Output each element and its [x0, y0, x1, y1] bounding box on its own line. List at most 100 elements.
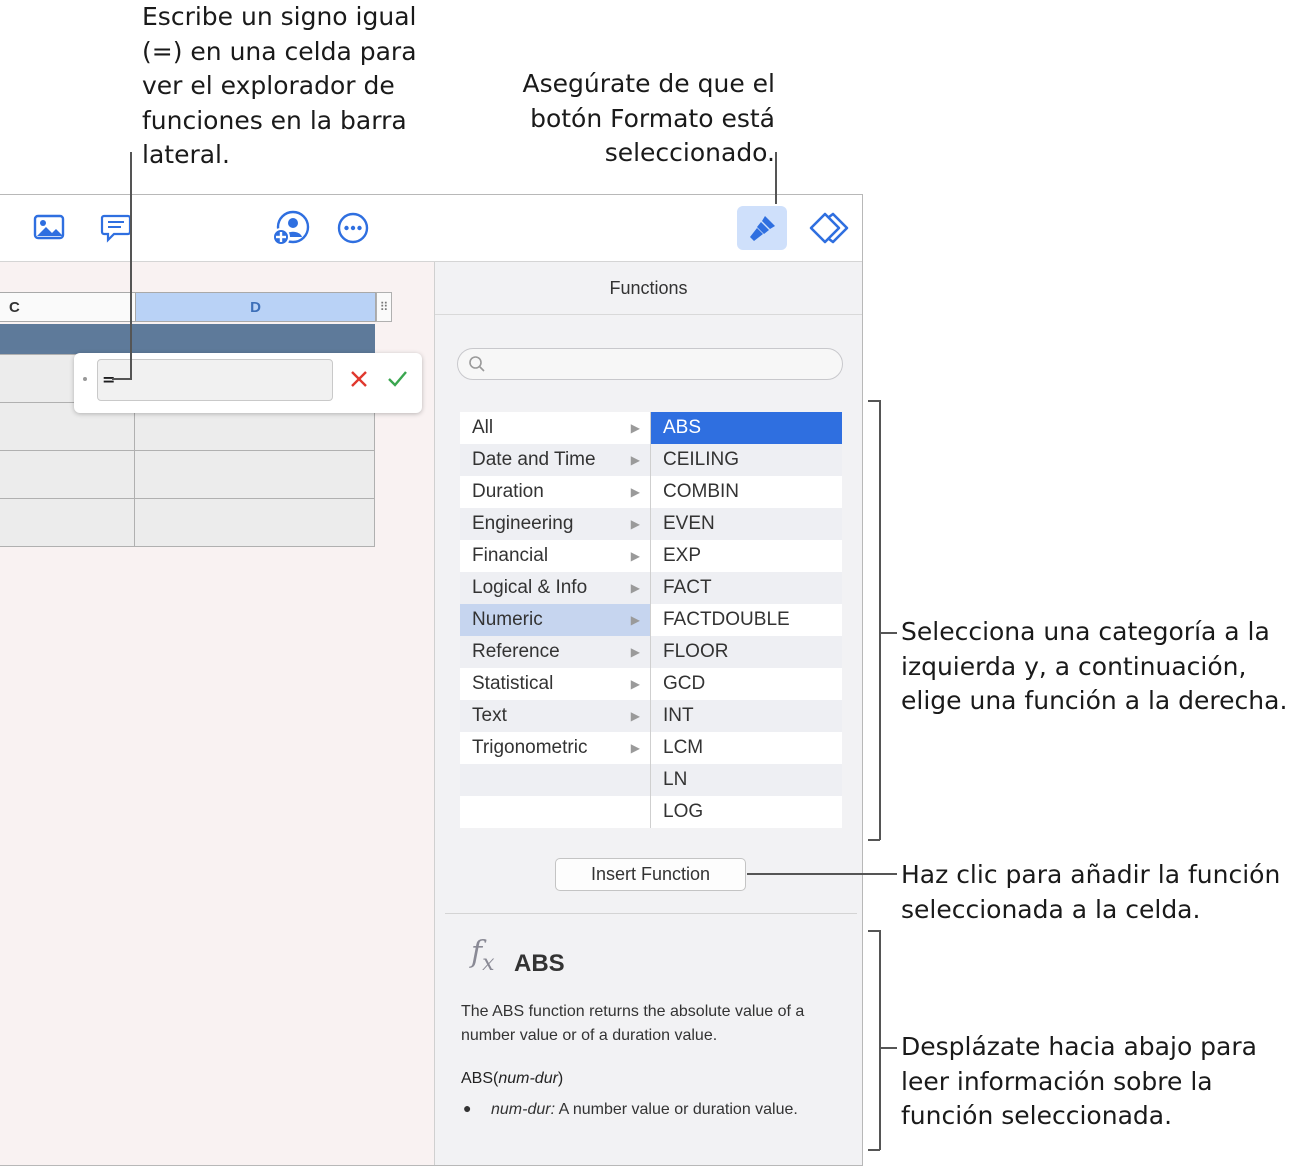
- category-label: Text: [472, 705, 507, 726]
- function-item[interactable]: LCM: [651, 732, 842, 764]
- function-item[interactable]: FLOOR: [651, 636, 842, 668]
- function-item[interactable]: FACT: [651, 572, 842, 604]
- bracket-info-pointer: [879, 1047, 897, 1049]
- function-name: ABS: [514, 950, 565, 977]
- function-item[interactable]: LOG: [651, 796, 842, 828]
- syntax-arg: num-dur: [498, 1070, 558, 1087]
- table-cell[interactable]: [134, 498, 375, 547]
- fx-icon: fx: [471, 935, 495, 976]
- bracket-info-vertical: [879, 930, 881, 1150]
- function-item[interactable]: ABS: [651, 412, 842, 444]
- insert-function-button[interactable]: Insert Function: [555, 858, 746, 891]
- category-label: Statistical: [472, 673, 554, 694]
- function-item[interactable]: COMBIN: [651, 476, 842, 508]
- sidebar-title: Functions: [435, 262, 862, 315]
- category-item[interactable]: Logical & Info ▶: [460, 572, 650, 604]
- divider: [445, 913, 857, 914]
- format-icon: [748, 213, 778, 248]
- table-cell[interactable]: [0, 498, 135, 547]
- function-item[interactable]: CEILING: [651, 444, 842, 476]
- category-item[interactable]: Engineering ▶: [460, 508, 650, 540]
- disclosure-arrow-icon: ▶: [630, 677, 640, 691]
- table-cell[interactable]: [0, 450, 135, 499]
- function-list: ABS CEILING COMBIN EVEN EXP FACT FACTDOUBLE FLO…: [651, 412, 842, 828]
- disclosure-arrow-icon: ▶: [630, 741, 640, 755]
- bullet-icon: ●: [463, 1100, 472, 1116]
- category-label: Trigonometric: [472, 737, 588, 758]
- disclosure-arrow-icon: ▶: [630, 549, 640, 563]
- header-row: [0, 324, 375, 354]
- disclosure-arrow-icon: ▶: [630, 581, 640, 595]
- comment-icon[interactable]: [100, 213, 132, 243]
- empty-row: [460, 764, 650, 796]
- category-label: Duration: [472, 481, 544, 502]
- function-item[interactable]: LN: [651, 764, 842, 796]
- disclosure-arrow-icon: ▶: [630, 613, 640, 627]
- format-button[interactable]: [737, 206, 787, 250]
- drag-dot[interactable]: [83, 377, 87, 381]
- bracket-list-bottom: [868, 839, 880, 841]
- syntax-name: ABS: [461, 1070, 494, 1087]
- cancel-icon[interactable]: [349, 369, 369, 394]
- category-item[interactable]: Text ▶: [460, 700, 650, 732]
- disclosure-arrow-icon: ▶: [630, 453, 640, 467]
- category-label: Numeric: [472, 609, 543, 630]
- more-icon[interactable]: [337, 212, 369, 244]
- category-item[interactable]: Duration ▶: [460, 476, 650, 508]
- bracket-list-pointer: [879, 632, 897, 634]
- callout-select-category: Selecciona una categoría a la izquierda …: [901, 617, 1288, 715]
- function-item[interactable]: FACTDOUBLE: [651, 604, 842, 636]
- callout-formula: Escribe un signo igual (=) en una celda …: [142, 2, 417, 169]
- category-item[interactable]: Date and Time ▶: [460, 444, 650, 476]
- callout-insert-function: Haz clic para añadir la función seleccio…: [901, 860, 1281, 924]
- category-label: Engineering: [472, 513, 574, 534]
- leader-line-insert: [747, 873, 897, 875]
- category-item[interactable]: Reference ▶: [460, 636, 650, 668]
- collaborate-icon[interactable]: [272, 210, 312, 246]
- category-item[interactable]: Numeric ▶: [460, 604, 650, 636]
- argument-description: num-dur: A number value or duration valu…: [491, 1098, 831, 1122]
- function-item[interactable]: EXP: [651, 540, 842, 572]
- leader-line-formula-horizontal: [112, 378, 132, 380]
- category-label: Reference: [472, 641, 560, 662]
- accept-icon[interactable]: [386, 369, 408, 394]
- function-item[interactable]: EVEN: [651, 508, 842, 540]
- bracket-list-vertical: [879, 400, 881, 840]
- category-item[interactable]: Statistical ▶: [460, 668, 650, 700]
- category-list: All ▶ Date and Time ▶ Duration ▶ Engineering ▶ F…: [460, 412, 650, 828]
- media-icon[interactable]: [33, 214, 65, 240]
- search-icon: [468, 355, 486, 378]
- callout-format-button: Asegúrate de que el botón Formato está s…: [522, 69, 775, 167]
- category-label: Financial: [472, 545, 549, 566]
- argument-text: A number value or duration value.: [555, 1101, 798, 1118]
- category-item[interactable]: Financial ▶: [460, 540, 650, 572]
- function-item[interactable]: GCD: [651, 668, 842, 700]
- function-search-field[interactable]: [457, 348, 843, 380]
- column-resize-handle[interactable]: ⠿: [376, 292, 392, 322]
- function-item[interactable]: INT: [651, 700, 842, 732]
- bracket-list-top: [868, 400, 880, 402]
- column-header-d[interactable]: D: [135, 292, 376, 322]
- disclosure-arrow-icon: ▶: [630, 485, 640, 499]
- empty-row: [460, 796, 650, 828]
- disclosure-arrow-icon: ▶: [630, 645, 640, 659]
- argument-name: num-dur:: [491, 1101, 556, 1118]
- category-item[interactable]: Trigonometric ▶: [460, 732, 650, 764]
- leader-line-formula-vertical: [130, 152, 132, 379]
- organize-icon[interactable]: [808, 211, 850, 245]
- bracket-info-top: [868, 930, 880, 932]
- category-label: All: [472, 417, 494, 438]
- formula-input[interactable]: =: [97, 359, 333, 401]
- functions-sidebar: Functions All ▶ Date and Time ▶ Duration ▶ Eng…: [435, 262, 862, 1165]
- disclosure-arrow-icon: ▶: [630, 709, 640, 723]
- category-item[interactable]: All ▶: [460, 412, 650, 444]
- disclosure-arrow-icon: ▶: [630, 517, 640, 531]
- category-label: Logical & Info: [472, 577, 588, 598]
- formula-editor: =: [74, 353, 422, 413]
- column-header-c[interactable]: C: [0, 292, 136, 322]
- table-cell[interactable]: [134, 450, 375, 499]
- leader-line-format: [775, 152, 777, 204]
- disclosure-arrow-icon: ▶: [630, 421, 640, 435]
- category-label: Date and Time: [472, 449, 596, 470]
- bracket-info-bottom: [868, 1149, 880, 1151]
